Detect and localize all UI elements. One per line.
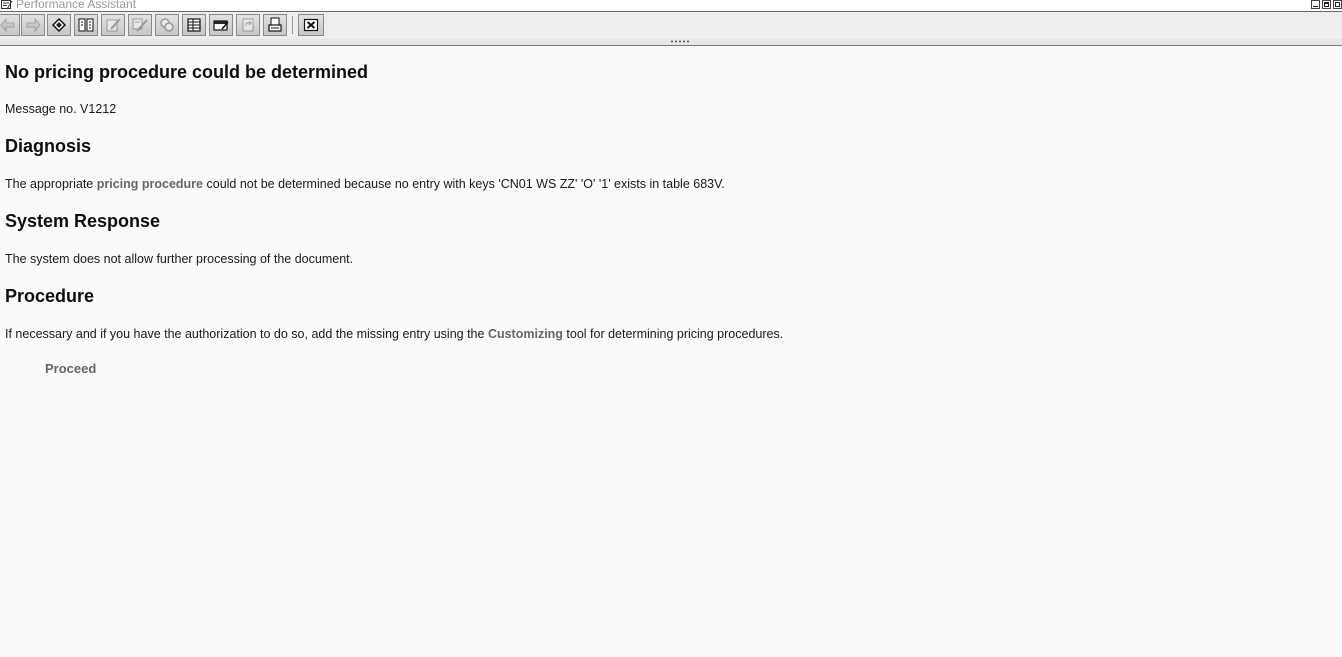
- performance-assistant-window: Performance Assistant No pricing procedu…: [0, 0, 1342, 657]
- print-icon: [268, 17, 282, 32]
- message-number: Message no. V1212: [5, 102, 117, 116]
- edit-button[interactable]: [101, 14, 125, 36]
- toolbar: [0, 12, 1342, 39]
- proceed-link[interactable]: Proceed: [45, 361, 96, 376]
- print-button[interactable]: [263, 14, 287, 36]
- search-icon: [160, 18, 174, 32]
- display-button[interactable]: [209, 14, 233, 36]
- system-response-text: The system does not allow further proces…: [5, 252, 354, 266]
- procedure-text-start: If necessary and if you have the authori…: [5, 327, 488, 341]
- customizing-link[interactable]: Customizing: [488, 327, 563, 341]
- title-bar: Performance Assistant: [0, 0, 1342, 12]
- maximize-button[interactable]: [1322, 0, 1331, 9]
- table-icon: [187, 18, 201, 32]
- forward-arrow-icon: [26, 18, 41, 32]
- back-arrow-icon: [0, 18, 15, 32]
- document-title: No pricing procedure could be determined: [5, 62, 369, 82]
- display-icon: [213, 20, 229, 31]
- reload-icon: [242, 18, 254, 32]
- diagnosis-heading: Diagnosis: [5, 136, 92, 156]
- close-button[interactable]: [298, 14, 324, 36]
- system-response-heading: System Response: [5, 211, 161, 231]
- pricing-procedure-link[interactable]: pricing procedure: [97, 177, 203, 191]
- window-close-button[interactable]: [1333, 0, 1342, 9]
- search-button[interactable]: [155, 14, 179, 36]
- edit-extended-button[interactable]: [128, 14, 152, 36]
- splitter-grip-icon[interactable]: [670, 40, 690, 43]
- procedure-text: If necessary and if you have the authori…: [5, 327, 783, 341]
- diagnosis-text: The appropriate pricing procedure could …: [5, 177, 725, 191]
- forward-button[interactable]: [21, 14, 45, 36]
- procedure-heading: Procedure: [5, 286, 95, 306]
- field-info-icon: [78, 18, 94, 32]
- technical-info-icon: [51, 17, 67, 33]
- window-app-icon: [1, 0, 13, 10]
- technical-info-button[interactable]: [47, 14, 71, 36]
- edit-extended-icon: [132, 18, 148, 32]
- pane-splitter[interactable]: [0, 39, 1342, 46]
- edit-icon: [106, 18, 121, 32]
- diagnosis-text-start: The appropriate: [5, 177, 97, 191]
- procedure-text-end: tool for determining pricing procedures.: [562, 327, 784, 341]
- window-title: Performance Assistant: [16, 0, 137, 11]
- back-button[interactable]: [0, 14, 20, 36]
- field-info-button[interactable]: [74, 14, 98, 36]
- table-button[interactable]: [182, 14, 206, 36]
- reload-button[interactable]: [236, 14, 260, 36]
- minimize-button[interactable]: [1311, 0, 1320, 9]
- toolbar-separator: [292, 16, 293, 34]
- diagnosis-text-end: could not be determined because no entry…: [203, 177, 725, 191]
- close-icon: [303, 18, 319, 32]
